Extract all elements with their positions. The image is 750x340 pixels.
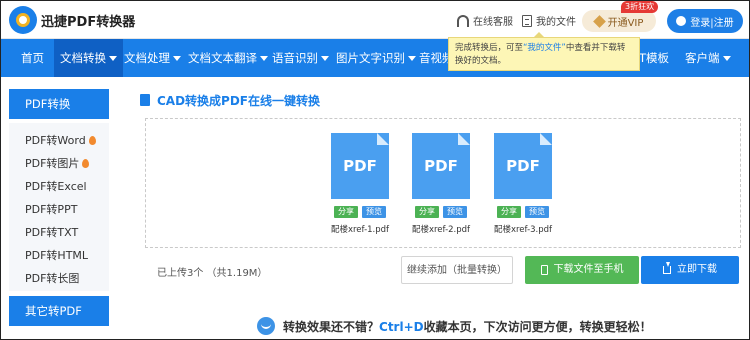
tooltip-highlight: “我的文件” [523, 43, 566, 53]
nav-doc-process[interactable]: 文档处理 [118, 39, 187, 77]
sidebar-list: PDF转Word PDF转图片 PDF转Excel PDF转PPT PDF转TX… [9, 123, 109, 291]
chevron-down-icon [321, 56, 329, 61]
sidebar-item-pdf-to-txt[interactable]: PDF转TXT [25, 224, 78, 240]
top-header: 迅捷PDF转换器 在线客服 我的文件 开通VIP 3折狂欢 登录|注册 [1, 1, 749, 39]
app-logo-icon[interactable] [9, 6, 37, 34]
sidebar-item-label: PDF转图片 [25, 157, 80, 170]
nav-doc-translate-label: 文档文本翻译 [188, 51, 257, 65]
download-to-phone-button[interactable]: 下载文件至手机 [525, 256, 639, 284]
share-button[interactable]: 分享 [415, 206, 439, 218]
tip-after: 收藏本页，下次访问更方便，转换更轻松！ [423, 319, 652, 334]
file-actions: 分享 预览 [331, 206, 389, 218]
vip-label: 开通VIP [607, 17, 644, 29]
chevron-down-icon [109, 56, 117, 61]
preview-button[interactable]: 预览 [525, 206, 549, 218]
bookmark-tip-text: 转换效果还不错？Ctrl+D收藏本页，下次访问更方便，转换更轻松！ [283, 318, 652, 335]
brand-name[interactable]: 迅捷PDF转换器 [41, 11, 135, 30]
open-vip-button[interactable]: 开通VIP [582, 10, 656, 32]
preview-button[interactable]: 预览 [362, 206, 386, 218]
my-files-link[interactable]: 我的文件 [522, 13, 576, 28]
bookmark-tip: 转换效果还不错？Ctrl+D收藏本页，下次访问更方便，转换更轻松！ [257, 317, 652, 335]
file-name: 配楼xref-1.pdf [330, 225, 390, 235]
download-now-label: 立即下载 [677, 264, 717, 275]
vip-promo-badge: 3折狂欢 [621, 1, 659, 13]
nav-doc-convert-label: 文档转换 [60, 51, 106, 65]
nav-home[interactable]: 首页 [15, 39, 50, 77]
user-icon [676, 16, 687, 26]
download-now-button[interactable]: 立即下载 [641, 256, 739, 284]
download-to-phone-label: 下载文件至手机 [553, 264, 624, 275]
nav-image-ocr[interactable]: 图片文字识别 [330, 39, 422, 77]
pdf-icon-text: PDF [424, 157, 458, 175]
nav-template-label: T模板 [639, 51, 670, 65]
fire-icon [88, 135, 96, 145]
phone-icon [540, 265, 548, 275]
customer-service-label: 在线客服 [473, 17, 513, 28]
upload-count: 已上传3个 （共1.19M） [157, 268, 268, 279]
nav-client-label: 客户端 [685, 51, 720, 65]
sidebar-item-pdf-to-excel[interactable]: PDF转Excel [25, 178, 87, 194]
file-name: 配楼xref-2.pdf [411, 225, 471, 235]
fire-icon [82, 158, 90, 168]
sidebar-item-label: PDF转Excel [25, 180, 87, 193]
sidebar-item-label: PDF转Word [25, 134, 86, 147]
sidebar-item-label: PDF转HTML [25, 249, 89, 262]
sidebar-item-pdf-to-html[interactable]: PDF转HTML [25, 247, 88, 263]
sidebar-item-pdf-to-long-image[interactable]: PDF转长图 [25, 270, 79, 286]
tooltip-text-before: 完成转换后，可至 [455, 43, 524, 53]
sidebar-item-label: PDF转长图 [25, 272, 80, 285]
page-title: CAD转换成PDF在线一键转换 [157, 94, 321, 108]
file-card: PDF 分享 预览 配楼xref-1.pdf [331, 133, 389, 235]
share-button[interactable]: 分享 [497, 206, 521, 218]
nav-doc-translate[interactable]: 文档文本翻译 [182, 39, 274, 77]
nav-image-ocr-label: 图片文字识别 [336, 51, 405, 65]
login-register-button[interactable]: 登录|注册 [667, 9, 743, 33]
tip-before: 转换效果还不错？ [283, 319, 380, 334]
chevron-down-icon [722, 56, 731, 61]
document-icon [522, 14, 532, 27]
nav-home-label: 首页 [21, 51, 44, 65]
sidebar-item-label: PDF转TXT [25, 226, 79, 239]
file-actions: 分享 预览 [412, 206, 470, 218]
nav-doc-convert[interactable]: 文档转换 [54, 39, 123, 77]
download-icon [663, 262, 671, 274]
nav-client[interactable]: 客户端 [679, 39, 737, 77]
pdf-file-icon: PDF [494, 133, 552, 199]
my-files-label: 我的文件 [536, 17, 576, 28]
sidebar-item-pdf-to-ppt[interactable]: PDF转PPT [25, 201, 77, 217]
login-label: 登录|注册 [690, 17, 734, 29]
document-icon [140, 94, 150, 106]
sidebar-head-pdf-convert[interactable]: PDF转换 [9, 89, 109, 119]
nav-voice-recognition[interactable]: 语音识别 [266, 39, 335, 77]
nav-voice-recognition-label: 语音识别 [272, 51, 318, 65]
smile-icon [257, 317, 275, 335]
sidebar-item-label: PDF转PPT [25, 203, 78, 216]
chevron-down-icon [173, 56, 181, 61]
nav-doc-process-label: 文档处理 [124, 51, 170, 65]
tip-shortcut: Ctrl+D [379, 319, 424, 334]
file-actions: 分享 预览 [494, 206, 552, 218]
sidebar-head-other-to-pdf[interactable]: 其它转PDF [9, 296, 109, 326]
sidebar-item-pdf-to-word[interactable]: PDF转Word [25, 132, 96, 148]
file-name: 配楼xref-3.pdf [493, 225, 553, 235]
pdf-icon-text: PDF [506, 157, 540, 175]
file-card: PDF 分享 预览 配楼xref-2.pdf [412, 133, 470, 235]
preview-button[interactable]: 预览 [443, 206, 467, 218]
share-button[interactable]: 分享 [334, 206, 358, 218]
diamond-icon [592, 14, 606, 28]
sidebar-item-pdf-to-image[interactable]: PDF转图片 [25, 155, 90, 171]
pdf-file-icon: PDF [412, 133, 470, 199]
my-files-tooltip: 完成转换后，可至“我的文件”中查看并下载转换好的文档。 [448, 32, 640, 71]
continue-add-button[interactable]: 继续添加（批量转换） [401, 256, 513, 284]
pdf-file-icon: PDF [331, 133, 389, 199]
file-card: PDF 分享 预览 配楼xref-3.pdf [494, 133, 552, 235]
customer-service-link[interactable]: 在线客服 [457, 13, 513, 28]
pdf-icon-text: PDF [343, 157, 377, 175]
headset-icon [457, 14, 469, 27]
